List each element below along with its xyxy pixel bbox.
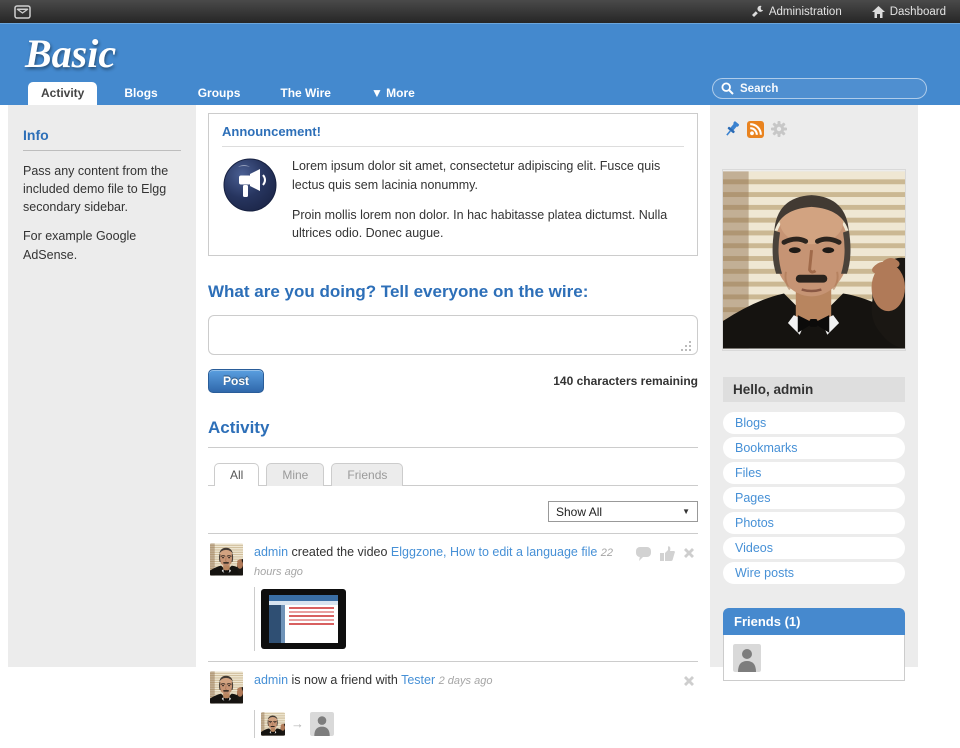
chars-remaining: 140 characters remaining [553, 374, 698, 388]
resize-grip-icon[interactable] [689, 349, 691, 351]
dashboard-link[interactable]: Dashboard [871, 5, 946, 18]
messages-icon[interactable] [14, 4, 31, 19]
rss-icon[interactable] [747, 120, 764, 138]
nav-tab-more[interactable]: ▼ More [358, 82, 428, 105]
sidebar-item-files[interactable]: Files [723, 462, 905, 484]
friend-avatar[interactable] [733, 644, 761, 672]
announcement-paragraph: Lorem ipsum dolor sit amet, consectetur … [292, 159, 661, 192]
announcement-box: Announcement! Lorem ipsum dolor sit amet… [208, 113, 698, 256]
post-button[interactable]: Post [208, 369, 265, 393]
sidebar-item-photos[interactable]: Photos [723, 512, 905, 534]
feed-text: admin created the video Elggzone, How to… [254, 543, 624, 581]
tab-all[interactable]: All [214, 463, 260, 486]
megaphone-icon [222, 157, 278, 243]
dashboard-label: Dashboard [889, 5, 946, 18]
administration-link[interactable]: Administration [751, 5, 842, 18]
site-header: Basic Activity Blogs Groups The Wire ▼ M… [0, 23, 960, 105]
divider [222, 146, 684, 147]
wrench-icon [751, 5, 764, 18]
activity-heading: Activity [208, 418, 270, 437]
chevron-down-icon: ▼ [682, 507, 690, 516]
nav-tab-the-wire[interactable]: The Wire [267, 82, 344, 105]
avatar[interactable] [261, 711, 285, 736]
user-link[interactable]: admin [254, 673, 288, 687]
default-avatar[interactable] [310, 711, 334, 736]
greeting-bar: Hello, admin [723, 377, 905, 402]
gear-icon[interactable] [770, 120, 788, 138]
sidebar-item-blogs[interactable]: Blogs [723, 412, 905, 434]
wire-heading: What are you doing? Tell everyone on the… [208, 282, 589, 301]
video-attachment [254, 586, 696, 651]
divider [208, 447, 698, 448]
administration-label: Administration [768, 5, 842, 18]
profile-photo[interactable] [723, 170, 905, 350]
feed-item-video: admin created the video Elggzone, How to… [208, 534, 698, 661]
search-input[interactable] [740, 82, 900, 95]
delete-icon[interactable] [682, 546, 696, 560]
friends-title: Friends (1) [723, 608, 905, 635]
search-icon [721, 82, 734, 95]
sidebar-item-wire-posts[interactable]: Wire posts [723, 562, 905, 584]
like-icon[interactable] [659, 546, 675, 561]
feed-text: admin is now a friend with Tester 2 days… [254, 671, 671, 704]
left-sidebar: Info Pass any content from the included … [8, 105, 196, 667]
video-thumbnail[interactable] [261, 588, 346, 649]
main-column: Announcement! Lorem ipsum dolor sit amet… [196, 105, 710, 738]
select-value: Show All [556, 504, 603, 519]
nav-tab-blogs[interactable]: Blogs [111, 82, 170, 105]
feed-item-friend: admin is now a friend with Tester 2 days… [208, 662, 698, 748]
site-logo[interactable]: Basic [25, 30, 116, 77]
owner-menu: Blogs Bookmarks Files Pages Photos Video… [723, 412, 905, 584]
avatar[interactable] [210, 670, 243, 704]
feed-action: is now a friend with [291, 672, 398, 687]
delete-icon[interactable] [682, 674, 696, 688]
pin-icon[interactable] [723, 120, 741, 138]
avatar[interactable] [210, 543, 243, 576]
feed-action: created the video [291, 545, 388, 559]
arrow-right-icon: → [291, 716, 304, 731]
topbar: Administration Dashboard [0, 0, 960, 23]
timestamp: 2 days ago [438, 674, 493, 687]
tab-mine[interactable]: Mine [266, 463, 325, 486]
info-paragraph: For example Google AdSense. [23, 229, 137, 262]
object-link[interactable]: Elggzone, How to edit a language file [391, 545, 597, 559]
sidebar-item-videos[interactable]: Videos [723, 537, 905, 559]
wire-input[interactable] [208, 315, 698, 355]
comment-icon[interactable] [635, 546, 652, 561]
sidebar-item-bookmarks[interactable]: Bookmarks [723, 437, 905, 459]
info-title: Info [23, 127, 181, 151]
page-body: Info Pass any content from the included … [0, 105, 960, 738]
friendship-attachment: → [254, 709, 696, 738]
tab-friends[interactable]: Friends [331, 463, 404, 486]
show-all-select[interactable]: Show All ▼ [548, 501, 698, 522]
object-link[interactable]: Tester [401, 673, 435, 687]
sidebar-item-pages[interactable]: Pages [723, 487, 905, 509]
announcement-paragraph: Proin mollis lorem non dolor. In hac hab… [292, 207, 668, 241]
home-icon [871, 5, 885, 18]
activity-filter-tabs: All Mine Friends [208, 462, 698, 486]
user-link[interactable]: admin [254, 545, 288, 559]
right-sidebar: Hello, admin Blogs Bookmarks Files Pages… [710, 105, 918, 681]
info-paragraph: Pass any content from the included demo … [23, 164, 169, 215]
main-nav: Activity Blogs Groups The Wire ▼ More [28, 82, 428, 105]
search-box[interactable] [712, 78, 927, 99]
friends-box: Friends (1) [723, 608, 905, 681]
announcement-title: Announcement! [222, 124, 321, 139]
nav-tab-activity[interactable]: Activity [28, 82, 98, 105]
nav-tab-groups[interactable]: Groups [185, 82, 254, 105]
